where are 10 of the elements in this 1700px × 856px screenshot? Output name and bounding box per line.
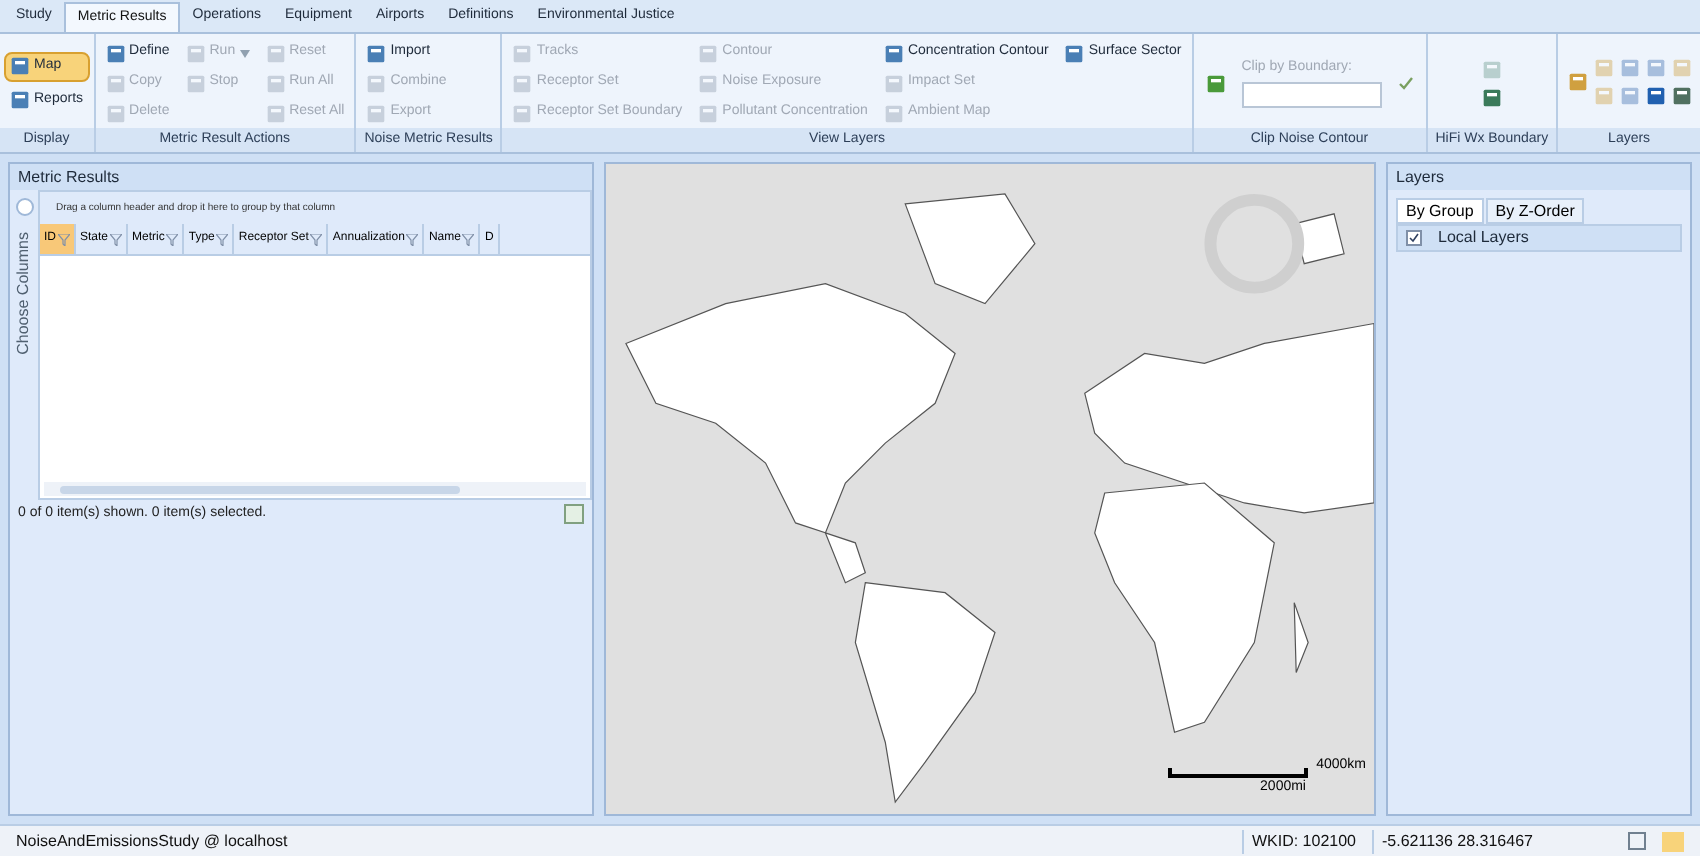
- status-coordinates: -5.621136 28.316467: [1372, 829, 1612, 853]
- layers-tab[interactable]: By Z-Order: [1485, 198, 1585, 224]
- status-study: NoiseAndEmissionsStudy @ localhost: [16, 829, 290, 853]
- panel-title: Metric Results: [18, 165, 120, 189]
- panel-title: Layers: [1396, 165, 1445, 189]
- choose-columns-tab[interactable]: Choose Columns: [12, 232, 36, 355]
- layers-tab[interactable]: By Group: [1396, 198, 1484, 224]
- status-wkid: WKID: 102100: [1241, 829, 1356, 853]
- layer-group-row[interactable]: Local Layers: [1396, 224, 1682, 252]
- layer-group-label: Local Layers: [1438, 226, 1531, 250]
